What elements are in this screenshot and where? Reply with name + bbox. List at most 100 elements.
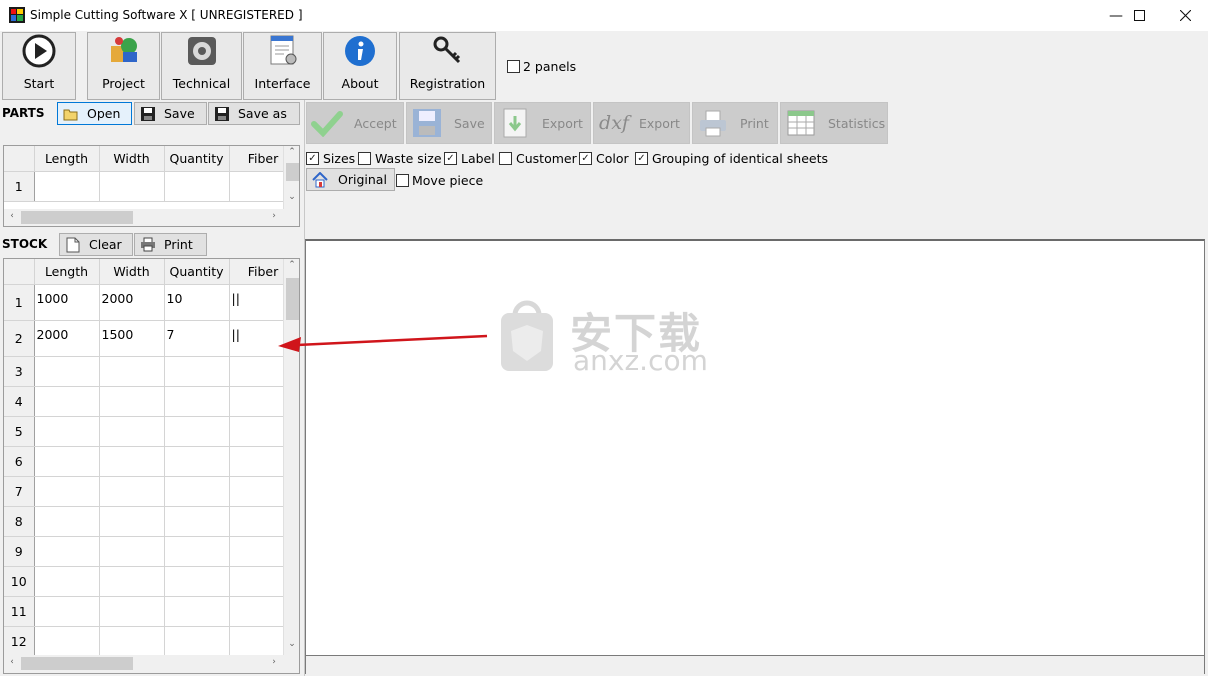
cell[interactable] — [99, 446, 165, 477]
cell[interactable] — [164, 171, 230, 202]
cutting-preview-area[interactable] — [305, 239, 1205, 656]
table-row[interactable]: 1 1000 2000 10 || — [4, 284, 298, 321]
cell[interactable] — [164, 566, 230, 597]
about-button[interactable]: About — [323, 32, 397, 100]
row-header[interactable]: 3 — [4, 356, 35, 387]
scroll-left-icon[interactable]: ‹ — [4, 211, 20, 221]
column-header-length[interactable]: Length — [34, 259, 100, 285]
interface-button[interactable]: Interface — [243, 32, 322, 100]
export-button[interactable]: Export — [494, 102, 591, 144]
sizes-checkbox[interactable]: ✓ — [306, 152, 319, 165]
table-row[interactable]: 12 — [4, 626, 298, 657]
row-header[interactable]: 6 — [4, 446, 35, 477]
cell[interactable] — [99, 626, 165, 657]
column-header-quantity[interactable]: Quantity — [164, 146, 230, 172]
cell-width[interactable]: 1500 — [99, 320, 165, 357]
cell[interactable] — [34, 626, 100, 657]
result-print-button[interactable]: Print — [692, 102, 778, 144]
row-header[interactable]: 4 — [4, 386, 35, 417]
cell[interactable] — [99, 416, 165, 447]
technical-button[interactable]: Technical — [161, 32, 242, 100]
accept-button[interactable]: Accept — [306, 102, 404, 144]
label-option[interactable]: ✓ Label — [444, 151, 495, 166]
cell-length[interactable]: 2000 — [34, 320, 100, 357]
cell-width[interactable]: 2000 — [99, 284, 165, 321]
scroll-up-icon[interactable]: ⌃ — [284, 260, 299, 270]
cell[interactable] — [34, 446, 100, 477]
cell-quantity[interactable]: 10 — [164, 284, 230, 321]
clear-button[interactable]: Clear — [59, 233, 133, 256]
row-header[interactable]: 11 — [4, 596, 35, 627]
stock-vertical-scrollbar[interactable]: ⌃ ⌄ — [283, 259, 299, 655]
cell[interactable] — [34, 506, 100, 537]
move-piece-checkbox[interactable] — [396, 174, 409, 187]
row-header[interactable]: 12 — [4, 626, 35, 657]
cell[interactable] — [34, 386, 100, 417]
move-piece-option[interactable]: Move piece — [396, 173, 483, 188]
parts-save-button[interactable]: Save — [134, 102, 207, 125]
grouping-option[interactable]: ✓ Grouping of identical sheets — [635, 151, 828, 166]
row-header[interactable]: 9 — [4, 536, 35, 567]
row-header[interactable]: 1 — [4, 171, 35, 202]
parts-vertical-scrollbar[interactable]: ⌃ ⌄ — [283, 146, 299, 209]
two-panels-option[interactable]: 2 panels — [507, 59, 576, 74]
cell[interactable] — [99, 506, 165, 537]
cell[interactable] — [99, 536, 165, 567]
color-checkbox[interactable]: ✓ — [579, 152, 592, 165]
scroll-left-icon[interactable]: ‹ — [4, 657, 20, 667]
cell[interactable] — [34, 536, 100, 567]
cell[interactable] — [164, 386, 230, 417]
scroll-thumb[interactable] — [286, 163, 299, 181]
row-header[interactable]: 5 — [4, 416, 35, 447]
table-row[interactable]: 6 — [4, 446, 298, 477]
customer-option[interactable]: Customer — [499, 151, 577, 166]
scroll-thumb[interactable] — [286, 278, 299, 320]
result-save-button[interactable]: Save — [406, 102, 492, 144]
original-button[interactable]: Original — [306, 168, 395, 191]
scroll-right-icon[interactable]: › — [266, 657, 282, 667]
cell[interactable] — [164, 416, 230, 447]
cell[interactable] — [34, 596, 100, 627]
scroll-thumb[interactable] — [21, 211, 133, 224]
scroll-thumb[interactable] — [21, 657, 133, 670]
cell[interactable] — [99, 171, 165, 202]
column-header-width[interactable]: Width — [99, 259, 165, 285]
cell[interactable] — [34, 476, 100, 507]
scroll-down-icon[interactable]: ⌄ — [284, 192, 299, 202]
cell-quantity[interactable]: 7 — [164, 320, 230, 357]
customer-checkbox[interactable] — [499, 152, 512, 165]
scroll-down-icon[interactable]: ⌄ — [284, 639, 299, 649]
cell[interactable] — [164, 446, 230, 477]
cell[interactable] — [164, 506, 230, 537]
table-row[interactable]: 5 — [4, 416, 298, 447]
table-row[interactable]: 4 — [4, 386, 298, 417]
dxf-export-button[interactable]: dxf Export — [593, 102, 690, 144]
cell[interactable] — [34, 356, 100, 387]
cell[interactable] — [164, 536, 230, 567]
cell[interactable] — [164, 596, 230, 627]
scroll-up-icon[interactable]: ⌃ — [284, 147, 299, 157]
table-row[interactable]: 8 — [4, 506, 298, 537]
open-button[interactable]: Open — [57, 102, 132, 125]
waste-size-checkbox[interactable] — [358, 152, 371, 165]
start-button[interactable]: Start — [2, 32, 76, 100]
cell-length[interactable]: 1000 — [34, 284, 100, 321]
registration-button[interactable]: Registration — [399, 32, 496, 100]
parts-horizontal-scrollbar[interactable]: ‹ › — [4, 209, 299, 226]
table-row[interactable]: 1 — [4, 171, 298, 202]
stock-print-button[interactable]: Print — [134, 233, 207, 256]
save-as-button[interactable]: Save as — [208, 102, 300, 125]
stock-horizontal-scrollbar[interactable]: ‹ › — [4, 655, 299, 673]
column-header-quantity[interactable]: Quantity — [164, 259, 230, 285]
column-header-length[interactable]: Length — [34, 146, 100, 172]
cell[interactable] — [99, 566, 165, 597]
cell[interactable] — [99, 386, 165, 417]
cell[interactable] — [164, 356, 230, 387]
table-row[interactable]: 7 — [4, 476, 298, 507]
table-row[interactable]: 9 — [4, 536, 298, 567]
cell[interactable] — [99, 596, 165, 627]
table-row[interactable]: 2 2000 1500 7 || — [4, 320, 298, 357]
close-button[interactable] — [1162, 0, 1208, 31]
table-row[interactable]: 11 — [4, 596, 298, 627]
row-header[interactable]: 2 — [4, 320, 35, 357]
